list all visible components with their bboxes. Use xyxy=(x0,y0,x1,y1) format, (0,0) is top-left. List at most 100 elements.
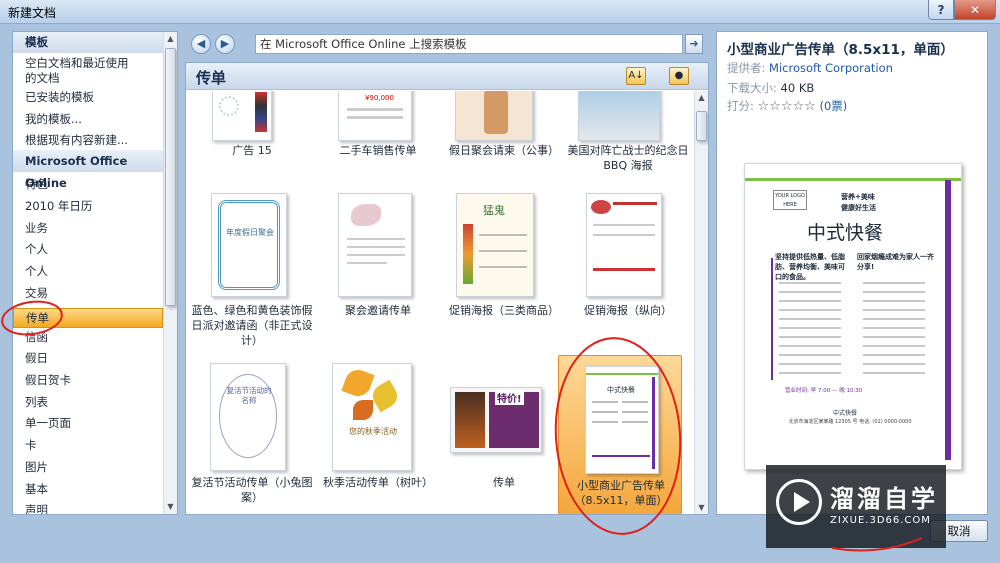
scroll-down-icon[interactable]: ▼ xyxy=(695,501,708,514)
category-item[interactable]: 空白文档和最近使用 xyxy=(13,56,163,71)
template-tile[interactable]: 猛鬼 促销海报（三类商品） xyxy=(442,193,566,349)
template-label: 假日聚会请柬（公事） xyxy=(449,144,559,157)
scroll-up-icon[interactable]: ▲ xyxy=(164,32,177,46)
title-bar: 新建文档 ? ✕ xyxy=(0,0,1000,24)
category-item[interactable]: 的文档 xyxy=(13,71,163,86)
template-thumbnail xyxy=(578,91,660,141)
template-label: 秋季活动传单（树叶） xyxy=(323,476,433,489)
size-row: 下载大小: 40 KB xyxy=(727,80,814,96)
category-item[interactable]: 卡 xyxy=(13,438,163,453)
template-search-input[interactable]: 在 Microsoft Office Online 上搜索模板 xyxy=(255,34,683,54)
template-tile[interactable]: 美国对阵亡战士的纪念日 BBQ 海报 xyxy=(566,91,690,172)
category-item[interactable]: 个人 xyxy=(13,242,163,257)
preview-text-line xyxy=(779,336,841,338)
template-label: 促销海报（三类商品） xyxy=(449,304,559,317)
size-value: 40 KB xyxy=(780,81,815,95)
provider-label: 提供者: xyxy=(727,61,766,75)
preview-text-line xyxy=(779,291,841,293)
template-label: 美国对阵亡战士的纪念日 BBQ 海报 xyxy=(567,144,689,172)
template-thumbnail: 年度假日聚会 xyxy=(211,193,287,297)
category-item[interactable]: 根据现有内容新建... xyxy=(13,133,163,148)
template-tile[interactable]: 促销海报（纵向） xyxy=(566,193,690,349)
category-item[interactable]: 特色 xyxy=(13,177,163,192)
gallery-title: 传单 xyxy=(196,69,227,87)
category-item[interactable]: 声明 xyxy=(13,503,163,514)
window-title: 新建文档 xyxy=(8,6,57,20)
gallery-header: 传单 A↓ ● xyxy=(186,63,708,90)
category-scrollbar[interactable]: ▲ ▼ xyxy=(163,32,177,514)
preview-heading: 中式快餐 xyxy=(806,222,883,244)
category-item[interactable]: 基本 xyxy=(13,482,163,497)
play-logo-icon xyxy=(776,479,822,525)
preview-text-line xyxy=(863,327,925,329)
preview-text-line xyxy=(863,318,925,320)
template-tile[interactable]: 假日聚会请柬（公事） xyxy=(442,91,566,165)
go-arrow-icon[interactable]: ➜ xyxy=(685,34,703,54)
preview-text-line xyxy=(779,309,841,311)
rating-row: 打分: ☆☆☆☆☆ (0票) xyxy=(727,98,847,114)
category-header[interactable]: Microsoft Office Online xyxy=(13,150,163,190)
category-item[interactable]: 2010 年日历 xyxy=(13,199,163,214)
preview-text-line xyxy=(863,372,925,374)
help-button[interactable]: ? xyxy=(928,0,954,20)
preview-text-line xyxy=(779,345,841,347)
category-item[interactable]: 假日贺卡 xyxy=(13,373,163,388)
preview-hours: 营业时间: 早 7:00 — 晚 10:30 xyxy=(785,388,863,394)
template-tile[interactable]: 特价! 传单 xyxy=(442,363,566,513)
scroll-thumb[interactable] xyxy=(696,111,707,141)
category-item[interactable]: 假日 xyxy=(13,351,163,366)
preview-right-heading: 回家烟瘾成难为家人一齐分享! xyxy=(857,253,934,271)
category-item[interactable]: 个人 xyxy=(13,264,163,279)
template-thumbnail xyxy=(338,193,412,297)
preview-text-line xyxy=(863,300,925,302)
preview-text-line xyxy=(863,291,925,293)
preview-text-line xyxy=(863,282,925,284)
back-arrow-icon[interactable]: ◀ xyxy=(191,34,211,54)
category-item[interactable]: 我的模板... xyxy=(13,112,163,127)
template-preview-panel: 小型商业广告传单（8.5x11，单面） 提供者: Microsoft Corpo… xyxy=(716,31,988,515)
close-button[interactable]: ✕ xyxy=(954,0,996,20)
category-item[interactable]: 信函 xyxy=(13,330,163,345)
category-item[interactable]: 业务 xyxy=(13,221,163,236)
category-item-selected[interactable]: 传单 xyxy=(13,308,163,328)
category-item[interactable]: 图片 xyxy=(13,460,163,475)
gallery-scrollbar[interactable]: ▲ ▼ xyxy=(694,91,708,514)
template-label: 小型商业广告传单（8.5x11，单面） xyxy=(574,479,668,507)
scroll-thumb[interactable] xyxy=(165,48,176,306)
template-tile[interactable]: 年度假日聚会 蓝色、绿色和黄色装饰假日派对邀请函（非正式设计） xyxy=(190,193,314,349)
preview-tagline-1: 营养+美味 xyxy=(841,192,875,201)
category-item[interactable]: 交易 xyxy=(13,286,163,301)
category-header[interactable]: 模板 xyxy=(13,32,163,53)
watermark-brand: 溜溜自学 xyxy=(830,485,938,513)
template-tile[interactable]: 复活节活动的名称 复活节活动传单（小兔图案） xyxy=(190,363,314,513)
preview-title: 小型商业广告传单（8.5x11，单面） xyxy=(727,42,954,58)
preview-text-line xyxy=(863,309,925,311)
template-tile-selected[interactable]: 中式快餐 小型商业广告传单（8.5x11，单面） xyxy=(558,355,682,514)
preview-text-line xyxy=(779,282,841,284)
template-thumbnail: 中式快餐 xyxy=(585,366,659,474)
template-tile[interactable]: 您的秋季活动 秋季活动传单（树叶） xyxy=(316,363,440,513)
template-tile[interactable]: 聚会邀请传单 xyxy=(316,193,440,349)
provider-link[interactable]: Microsoft Corporation xyxy=(769,61,893,75)
preview-text-line xyxy=(863,354,925,356)
template-label: 二手车销售传单 xyxy=(339,144,417,157)
scroll-up-icon[interactable]: ▲ xyxy=(695,91,708,105)
rating-stars-icon[interactable]: ☆☆☆☆☆ xyxy=(758,99,816,114)
template-thumbnail xyxy=(212,91,272,141)
category-item[interactable]: 单一页面 xyxy=(13,416,163,431)
rating-label: 打分: xyxy=(727,99,754,113)
template-category-panel: 模板空白文档和最近使用 的文档已安装的模板 我的模板... 根据现有内容新建... Mi… xyxy=(12,31,178,515)
preview-document: YOUR LOGO HERE 营养+美味 健康好生活 中式快餐 坚持提供低热量、… xyxy=(744,163,962,470)
scroll-down-icon[interactable]: ▼ xyxy=(164,500,177,514)
category-item[interactable]: 列表 xyxy=(13,395,163,410)
sort-icon[interactable]: A↓ xyxy=(626,67,646,85)
preview-text-line xyxy=(779,372,841,374)
provider-row: 提供者: Microsoft Corporation xyxy=(727,60,893,76)
template-tile[interactable]: 广告 15 xyxy=(190,91,314,165)
preview-address: 北京市海淀区某某路 12305 号 电话: (01) 0000-0000 xyxy=(788,419,912,425)
forward-arrow-icon[interactable]: ▶ xyxy=(215,34,235,54)
template-tile[interactable]: ¥90,000 二手车销售传单 xyxy=(316,91,440,165)
user-filter-icon[interactable]: ● xyxy=(669,67,689,85)
category-item[interactable]: 已安装的模板 xyxy=(13,90,163,105)
preview-text-line xyxy=(863,363,925,365)
